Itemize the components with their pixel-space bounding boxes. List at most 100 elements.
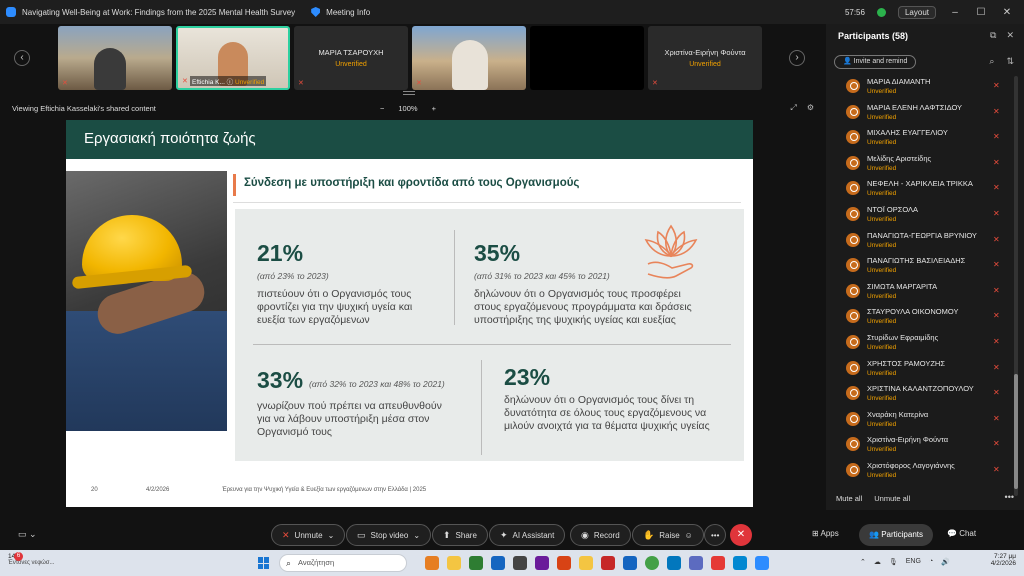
- unmute-button[interactable]: ✕ Unmute ⌄: [271, 524, 346, 546]
- record-icon: ◉: [581, 529, 589, 540]
- unmute-all-button[interactable]: Unmute all: [874, 494, 910, 503]
- leave-button[interactable]: ✕: [730, 524, 752, 546]
- app-icon[interactable]: [513, 556, 527, 570]
- chrome-icon[interactable]: [645, 556, 659, 570]
- chevron-down-icon[interactable]: ⌄: [328, 531, 335, 540]
- muted-mic-icon: ✕: [416, 80, 422, 87]
- app-icon[interactable]: [733, 556, 747, 570]
- more-button[interactable]: •••: [704, 524, 727, 546]
- zoom-in-button[interactable]: +: [432, 104, 436, 113]
- stat-note: (από 23% το 2023): [257, 271, 329, 281]
- participant-row[interactable]: ΜΑΡΙΑ ΔΙΑΜΑΝΤΗ Unverified ✕: [826, 74, 1016, 100]
- strip-resize-handle[interactable]: [403, 91, 415, 95]
- participant-row[interactable]: ΝΕΦΕΛΗ - ΧΑΡΙΚΛΕΙΑ ΤΡΙΚΚΑ Unverified ✕: [826, 176, 1016, 202]
- stat-value: 23%: [504, 364, 551, 390]
- options-icon[interactable]: ⚙: [807, 103, 814, 113]
- participant-row[interactable]: ΝΤΟΪ ΟΡΣΟΛΑ Unverified ✕: [826, 202, 1016, 228]
- edge-icon[interactable]: [667, 556, 681, 570]
- tile-status: Unverified: [335, 61, 367, 68]
- participant-row[interactable]: ΣΤΑΥΡΟΥΛΑ ΟΙΚΟΝΟΜΟΥ Unverified ✕: [826, 304, 1016, 330]
- file-explorer-icon[interactable]: [447, 556, 461, 570]
- chevron-down-icon[interactable]: ⌄: [413, 531, 420, 540]
- participant-row[interactable]: ΧΡΙΣΤΙΝΑ ΚΑΛΑΝΤΖΟΠΟΥΛΟΥ Unverified ✕: [826, 381, 1016, 407]
- zoom-app: Navigating Well-Being at Work: Findings …: [0, 0, 1024, 576]
- participant-row[interactable]: ΧΡΗΣΤΟΣ ΡΑΜΟΥΖΗΣ Unverified ✕: [826, 356, 1016, 382]
- chevron-up-icon[interactable]: ⌃: [860, 558, 866, 566]
- stop-video-button[interactable]: ▭ Stop video ⌄: [346, 524, 432, 546]
- shield-icon[interactable]: [311, 7, 321, 17]
- participant-row[interactable]: ΠΑΝΑΓΙΩΤΗΣ ΒΑΣΙΛΕΙΑΔΗΣ Unverified ✕: [826, 253, 1016, 279]
- invite-button[interactable]: 👤 Invite and remind: [834, 55, 917, 69]
- participant-row[interactable]: ΠΑΝΑΓΙΩΤΑ-ΓΕΩΡΓΙΑ ΒΡΥΝΙΟΥ Unverified ✕: [826, 228, 1016, 254]
- apps-button[interactable]: ⊞ Apps: [812, 529, 839, 538]
- clock[interactable]: 7:27 μμ 4/2/2026: [991, 553, 1016, 567]
- stat-value: 21%: [257, 240, 304, 266]
- raise-hand-button[interactable]: ✋ Raise ☺: [632, 524, 704, 546]
- muted-mic-icon: ✕: [993, 81, 1000, 90]
- app-icon[interactable]: [557, 556, 571, 570]
- word-icon[interactable]: [491, 556, 505, 570]
- ai-assistant-button[interactable]: ✦ AI Assistant: [489, 524, 566, 546]
- share-button[interactable]: ⬆ Share: [432, 524, 488, 546]
- participant-silhouette: [94, 48, 126, 90]
- mic-icon[interactable]: 🎙: [889, 558, 898, 566]
- popout-icon[interactable]: ⧉: [990, 30, 996, 41]
- participant-row[interactable]: ΣΙΜΩΤΑ ΜΑΡΓΑΡΙΤΑ Unverified ✕: [826, 279, 1016, 305]
- video-tile[interactable]: ✕: [412, 26, 526, 90]
- video-tile-active-speaker[interactable]: ✕ Eftichia K... ⓘ Unverified: [176, 26, 290, 90]
- participant-row[interactable]: Χναράκη Κατερίνα Unverified ✕: [826, 407, 1016, 433]
- sort-icon[interactable]: ⇅: [1006, 56, 1014, 67]
- captions-icon[interactable]: ▭ ⌄: [18, 529, 37, 540]
- muted-mic-icon: ✕: [282, 529, 290, 540]
- avatar: [846, 334, 860, 349]
- muted-mic-icon: ✕: [993, 132, 1000, 142]
- maximize-icon[interactable]: ☐: [974, 7, 988, 18]
- video-tile-black[interactable]: [530, 26, 644, 90]
- cloud-icon[interactable]: ☁: [874, 558, 881, 566]
- wifi-icon[interactable]: ◔: [929, 558, 933, 566]
- security-status-icon[interactable]: [876, 7, 886, 17]
- teams-icon[interactable]: [689, 556, 703, 570]
- participant-row[interactable]: Χριστόφορος Λαγογιάννης Unverified ✕: [826, 458, 1016, 484]
- windows-start-icon[interactable]: [258, 557, 270, 569]
- search-icon[interactable]: ⌕: [989, 56, 994, 67]
- language-indicator[interactable]: ENG: [906, 558, 921, 566]
- meeting-info-button[interactable]: Meeting Info: [326, 8, 370, 17]
- zoom-out-button[interactable]: −: [380, 104, 384, 113]
- fit-window-icon[interactable]: ⤢: [790, 103, 796, 113]
- volume-icon[interactable]: 🔊: [941, 558, 950, 566]
- participant-row[interactable]: Χριστίνα-Ειρήνη Φούντα Unverified ✕: [826, 432, 1016, 458]
- excel-icon[interactable]: [469, 556, 483, 570]
- strip-next-icon[interactable]: ›: [789, 50, 805, 66]
- app-icon[interactable]: [535, 556, 549, 570]
- participant-row[interactable]: Στυρίδων Εφραιμίδης Unverified ✕: [826, 330, 1016, 356]
- more-options-icon[interactable]: •••: [1005, 492, 1014, 502]
- close-panel-icon[interactable]: ✕: [1006, 30, 1014, 41]
- video-strip: ‹ ✕ ✕ Eftichia K... ⓘ Unverified ΜΑΡΙΑ Τ…: [0, 24, 826, 96]
- mute-all-button[interactable]: Mute all: [836, 494, 862, 503]
- participant-row[interactable]: ΜΑΡΙΑ ΕΛΕΝΗ ΛΑΦΤΣΙΔΟΥ Unverified ✕: [826, 100, 1016, 126]
- strip-prev-icon[interactable]: ‹: [14, 50, 30, 66]
- record-button[interactable]: ◉ Record: [570, 524, 631, 546]
- video-tile[interactable]: ✕: [58, 26, 172, 90]
- avatar: [846, 104, 860, 119]
- taskbar-search[interactable]: Αναζήτηση: [279, 554, 407, 572]
- zoom-taskbar-icon[interactable]: [755, 556, 769, 570]
- close-window-icon[interactable]: ✕: [1000, 7, 1014, 18]
- minimize-icon[interactable]: –: [948, 7, 962, 18]
- outlook-icon[interactable]: [623, 556, 637, 570]
- video-tile-off[interactable]: Χριστίνα-Ειρήνη Φούντα Unverified ✕: [648, 26, 762, 90]
- participant-row[interactable]: ΜΙΧΑΛΗΣ ΕΥΑΓΓΕΛΙΟΥ Unverified ✕: [826, 125, 1016, 151]
- reaction-icon[interactable]: ☺: [685, 531, 693, 540]
- stat-note: (από 31% το 2023 και 45% το 2021): [474, 271, 610, 281]
- participant-row[interactable]: Μελίδης Αριστείδης Unverified ✕: [826, 151, 1016, 177]
- participants-button[interactable]: 👥 Participants: [859, 524, 933, 546]
- layout-button[interactable]: Layout: [897, 5, 936, 19]
- firefox-icon[interactable]: [425, 556, 439, 570]
- video-tile-off[interactable]: ΜΑΡΙΑ ΤΣΑΡΟΥΧΗ Unverified ✕: [294, 26, 408, 90]
- scrollbar-thumb[interactable]: [1014, 374, 1018, 489]
- acrobat-icon[interactable]: [601, 556, 615, 570]
- app-icon[interactable]: [711, 556, 725, 570]
- folder-icon[interactable]: [579, 556, 593, 570]
- chat-button[interactable]: 💬 Chat: [947, 529, 976, 538]
